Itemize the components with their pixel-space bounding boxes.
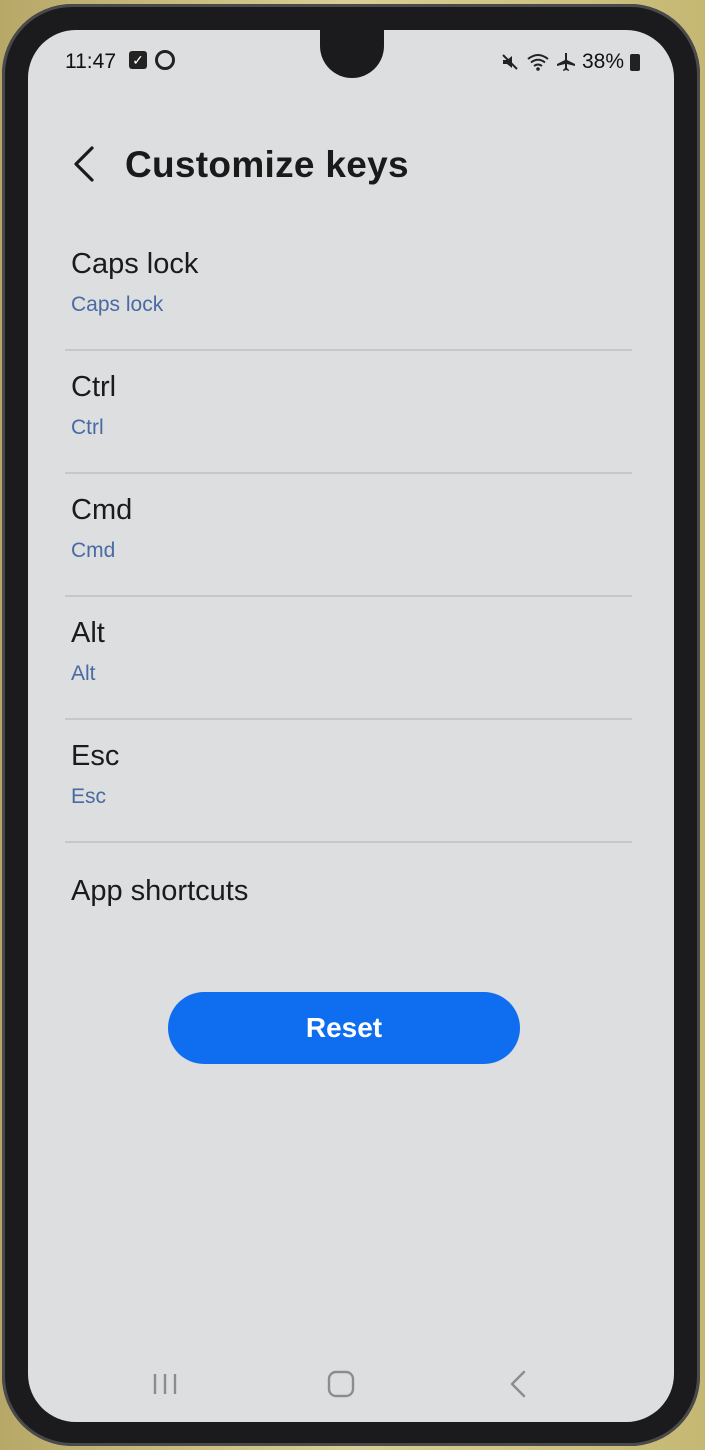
navigation-bar (28, 1350, 674, 1414)
chevron-left-icon[interactable] (66, 142, 106, 186)
checkbox-notification-icon: ✓ (129, 51, 147, 69)
item-title: Esc (71, 740, 120, 772)
list-item-caps-lock[interactable]: Caps lock Caps lock (28, 228, 674, 351)
item-title: Ctrl (71, 371, 117, 403)
list-item-esc[interactable]: Esc Esc (28, 720, 674, 843)
list-item-app-shortcuts[interactable]: App shortcuts (28, 843, 674, 933)
key-list: Caps lock Caps lock Ctrl Ctrl Cmd Cmd Al… (28, 228, 674, 933)
list-item-alt[interactable]: Alt Alt (28, 597, 674, 720)
item-subtitle: Ctrl (71, 416, 104, 439)
item-title: Cmd (71, 494, 133, 526)
item-subtitle: Cmd (71, 539, 116, 562)
ring-notification-icon (155, 50, 175, 70)
app-bar: Customize keys (28, 130, 674, 210)
page-title: Customize keys (125, 144, 409, 185)
home-icon[interactable] (311, 1364, 371, 1404)
system-icons: 38% (500, 50, 640, 74)
item-subtitle: Alt (71, 662, 96, 685)
list-item-cmd[interactable]: Cmd Cmd (28, 474, 674, 597)
status-bar: 11:47 ✓ 38% (28, 30, 674, 94)
list-item-ctrl[interactable]: Ctrl Ctrl (28, 351, 674, 474)
reset-button[interactable]: Reset (168, 992, 520, 1064)
mute-icon (502, 54, 518, 70)
airplane-icon (556, 53, 575, 71)
screen: 11:47 ✓ 38% Customize keys Caps lock Cap… (28, 30, 674, 1422)
item-title: Caps lock (71, 248, 199, 280)
battery-percent: 38% (581, 50, 624, 73)
item-subtitle: Esc (71, 785, 107, 808)
wifi-icon (527, 54, 549, 71)
phone-frame: 11:47 ✓ 38% Customize keys Caps lock Cap… (2, 4, 700, 1446)
battery-icon (630, 53, 640, 71)
item-title: Alt (71, 617, 105, 649)
item-subtitle: Caps lock (71, 293, 164, 316)
back-icon[interactable] (488, 1364, 548, 1404)
item-title: App shortcuts (71, 875, 249, 907)
status-time: 11:47 (65, 50, 116, 73)
recents-icon[interactable] (135, 1364, 195, 1404)
notification-icons: ✓ (129, 50, 175, 70)
